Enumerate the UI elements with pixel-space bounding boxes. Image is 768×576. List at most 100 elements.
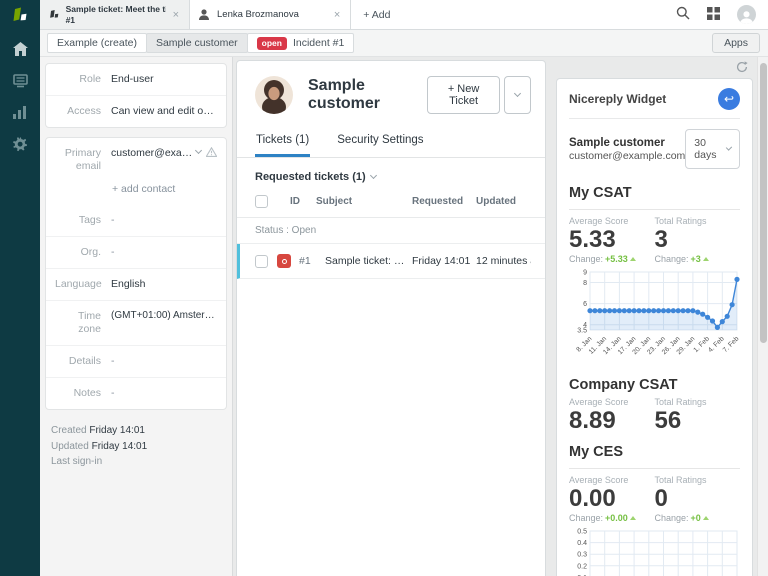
email-value[interactable]: customer@example.com [111,147,196,160]
company-csat-title: Company CSAT [569,377,678,394]
svg-text:0.4: 0.4 [577,540,587,547]
breadcrumb-example[interactable]: Example (create) [47,33,147,53]
field-org: Org. - [46,235,226,268]
field-value[interactable]: Can view and edit own tic... [111,105,217,118]
ticket-status-open-icon [277,254,291,268]
status-badge: open [256,36,287,50]
top-navbar: Sample ticket: Meet the ti... #1 × Lenka… [40,0,768,30]
field-notes: Notes - [46,377,226,409]
column-updated[interactable]: Updated [476,196,531,207]
svg-text:8: 8 [583,280,587,287]
nicereply-widget: Nicereply Widget ↩ Sample customer custo… [556,78,753,576]
field-label: Details [68,355,101,368]
record-meta: Created Friday 14:01 Updated Friday 14:0… [45,419,227,474]
my-ces-title: My CES [569,444,740,469]
ticket-requested: Friday 14:01 [412,255,471,267]
customer-details-panel: Role End-user Access Can view and edit o… [40,57,233,576]
breadcrumb: Example (create) Sample customer open In… [40,30,768,57]
chevron-down-icon [369,171,377,180]
chevron-down-icon[interactable] [194,147,203,155]
field-value[interactable]: - [111,246,115,259]
field-value[interactable]: End-user [111,73,154,86]
tab-tickets[interactable]: Tickets (1) [255,125,311,157]
svg-text:6: 6 [583,302,587,309]
field-label: Time zone [78,309,101,335]
person-icon [199,9,209,20]
up-arrow-icon [702,516,709,521]
home-icon[interactable] [12,40,29,57]
tab-security-settings[interactable]: Security Settings [336,125,424,157]
field-value[interactable]: English [111,278,145,291]
tab-title: Lenka Brozmanova [217,9,299,20]
total-ratings-label: Total Ratings [654,474,707,485]
up-arrow-icon [629,516,636,521]
apps-button[interactable]: Apps [712,33,760,53]
ticket-subject[interactable]: Sample ticket: Meet the ticket [325,255,412,267]
field-value[interactable]: - [111,355,115,368]
total-ratings-value: 0 [654,484,668,512]
field-details: Details - [46,345,226,377]
widget-title: Nicereply Widget [569,92,667,106]
row-checkbox[interactable] [255,254,268,268]
column-subject[interactable]: Subject [316,196,412,207]
change-value: +0 [690,513,701,524]
column-id[interactable]: ID [290,196,316,207]
close-icon[interactable]: × [172,9,180,21]
total-ratings-label: Total Ratings [654,397,707,408]
refresh-icon[interactable] [736,61,748,76]
add-contact-link[interactable]: + add contact [46,183,226,205]
requested-tickets-header[interactable]: Requested tickets (1) [237,158,545,192]
table-row[interactable]: #1 Sample ticket: Meet the ticket Friday… [237,244,545,279]
nicereply-reply-icon[interactable]: ↩ [718,88,740,110]
tab-customer[interactable]: Lenka Brozmanova × [190,0,352,29]
settings-gear-icon[interactable] [12,136,29,153]
profile-tabs: Tickets (1) Security Settings [237,125,545,158]
search-icon[interactable] [676,6,690,23]
my-ces-chart: 0.50.40.30.20.108. Jan11. Jan14. Jan17. … [569,525,740,576]
apps-grid-icon[interactable] [707,6,720,23]
field-value[interactable]: (GMT+01:00) Amsterdam [111,310,217,323]
customer-avatar [255,76,293,114]
field-primary-email: Primary email customer@example.com [46,138,226,182]
svg-text:0.5: 0.5 [577,529,587,536]
zendesk-logo-icon [13,7,27,21]
select-all-checkbox[interactable] [255,195,268,208]
ticket-icon [50,10,59,18]
up-arrow-icon [702,257,709,262]
meta-last-signin: Last sign-in [51,456,103,468]
close-icon[interactable]: × [333,9,341,21]
role-access-card: Role End-user Access Can view and edit o… [45,63,227,129]
change-value: +0.00 [605,513,628,524]
breadcrumb-sample-customer[interactable]: Sample customer [145,33,248,53]
field-label: Access [67,105,101,118]
zendesk-logo[interactable] [0,0,40,30]
new-ticket-button[interactable]: + New Ticket [427,76,500,114]
field-label: Language [55,277,102,290]
avg-score-value: 8.89 [569,407,616,435]
views-icon[interactable] [12,72,29,89]
field-label: Role [79,73,101,85]
field-value[interactable]: - [111,214,115,227]
user-avatar[interactable] [737,5,756,24]
avg-score-label: Average Score [569,397,629,408]
left-nav-rail [0,0,40,576]
page-title: Sample customer [308,77,381,112]
period-select[interactable]: 30 days [685,129,740,169]
field-tags: Tags - [46,205,226,236]
field-access: Access Can view and edit own tic... [46,95,226,127]
requested-tickets-label: Requested tickets (1) [255,171,366,183]
tab-ticket[interactable]: Sample ticket: Meet the ti... #1 × [40,0,190,29]
svg-text:9: 9 [583,270,587,277]
breadcrumb-label: Incident #1 [292,37,345,49]
column-requested[interactable]: Requested [412,196,476,207]
reports-icon[interactable] [12,104,29,121]
field-value[interactable]: - [111,387,115,400]
scrollbar-thumb[interactable] [760,63,767,343]
add-tab-button[interactable]: + Add [351,0,402,29]
new-ticket-dropdown-button[interactable] [504,76,531,114]
field-language: Language English [46,267,226,300]
breadcrumb-incident[interactable]: open Incident #1 [246,33,355,53]
chevron-down-icon [725,144,733,151]
table-header: ID Subject Requested Updated [237,192,545,218]
change-value: +5.33 [605,254,628,265]
